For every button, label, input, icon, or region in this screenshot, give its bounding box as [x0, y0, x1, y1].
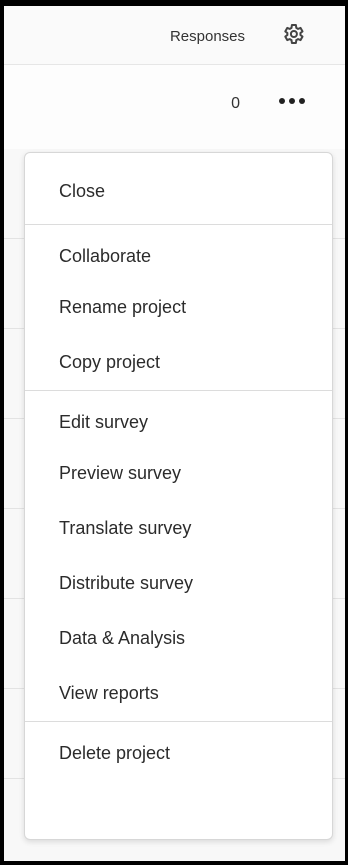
table-header: Responses [4, 6, 345, 65]
menu-item-preview-survey[interactable]: Preview survey [25, 446, 332, 501]
menu-item-data-analysis[interactable]: Data & Analysis [25, 611, 332, 666]
background-divider [331, 238, 345, 239]
more-options-button[interactable] [277, 89, 307, 113]
menu-item-distribute-survey[interactable]: Distribute survey [25, 556, 332, 611]
background-divider [4, 598, 26, 599]
gear-icon[interactable] [281, 22, 305, 46]
background-divider [331, 328, 345, 329]
background-divider [4, 688, 26, 689]
responses-column-header[interactable]: Responses [170, 28, 245, 45]
menu-item-view-reports[interactable]: View reports [25, 666, 332, 721]
background-divider [4, 328, 26, 329]
background-divider [331, 598, 345, 599]
background-divider [4, 508, 26, 509]
background-divider [331, 688, 345, 689]
menu-item-delete-project[interactable]: Delete project [25, 722, 332, 777]
background-divider [4, 238, 26, 239]
screen-frame: Responses 0 Close Collaborate Rename pro… [0, 0, 348, 865]
menu-item-edit-survey[interactable]: Edit survey [25, 391, 332, 446]
response-count: 0 [231, 95, 240, 112]
background-divider [331, 778, 345, 779]
background-divider [331, 418, 345, 419]
background-divider [331, 508, 345, 509]
background-divider [4, 778, 26, 779]
table-row: 0 [4, 65, 345, 149]
menu-item-collaborate[interactable]: Collaborate [25, 225, 332, 280]
project-actions-menu: Close Collaborate Rename project Copy pr… [24, 152, 333, 840]
menu-item-close[interactable]: Close [25, 153, 332, 224]
more-horizontal-icon [279, 98, 285, 104]
menu-item-translate-survey[interactable]: Translate survey [25, 501, 332, 556]
background-divider [4, 418, 26, 419]
menu-item-copy-project[interactable]: Copy project [25, 335, 332, 390]
menu-item-rename-project[interactable]: Rename project [25, 280, 332, 335]
